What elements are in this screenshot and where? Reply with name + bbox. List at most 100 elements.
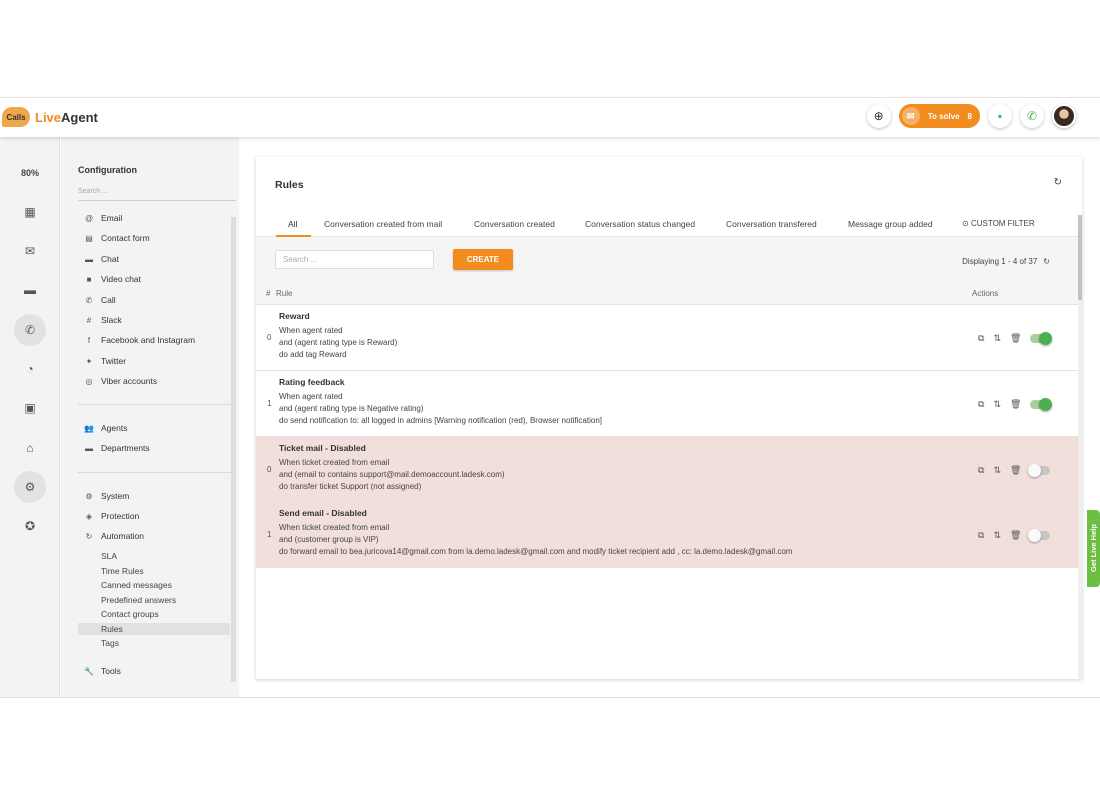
delete-icon[interactable]: 🗑 bbox=[1010, 465, 1021, 476]
scrollbar-thumb[interactable] bbox=[1078, 215, 1082, 300]
rule-number: 0 bbox=[267, 465, 272, 474]
plugins-icon[interactable]: ✪ bbox=[14, 510, 46, 542]
reorder-icon[interactable]: ⇅ bbox=[993, 465, 1001, 476]
tab-conversation-created[interactable]: Conversation created bbox=[474, 219, 555, 229]
rules-search-input[interactable]: Search ... bbox=[275, 250, 434, 269]
get-live-help-button[interactable]: Get Live Help bbox=[1087, 510, 1100, 587]
config-item-agents[interactable]: 👥 Agents bbox=[78, 420, 230, 436]
config-item-automation[interactable]: ↻ Automation bbox=[78, 528, 230, 544]
config-sub-rules[interactable]: Rules bbox=[78, 623, 230, 635]
config-item-call[interactable]: ✆ Call bbox=[78, 292, 230, 308]
tab-conversation-transfered[interactable]: Conversation transfered bbox=[726, 219, 817, 229]
rule-action: do forward email to bea.juricova14@gmail… bbox=[279, 547, 793, 556]
reorder-icon[interactable]: ⇅ bbox=[993, 530, 1001, 541]
rule-name[interactable]: Rating feedback bbox=[279, 377, 345, 387]
reports-icon[interactable]: ◔ bbox=[14, 353, 46, 385]
knowledgebase-icon[interactable]: ⌂ bbox=[14, 432, 46, 464]
config-item-system[interactable]: ⚙ System bbox=[78, 488, 230, 504]
envelope-icon: ✉ bbox=[901, 107, 920, 125]
phone-icon: ✆ bbox=[1026, 109, 1038, 123]
rules-scrollbar[interactable] bbox=[1078, 215, 1082, 679]
tab-conversation-status-changed[interactable]: Conversation status changed bbox=[585, 219, 695, 229]
config-item-chat[interactable]: ▬ Chat bbox=[78, 251, 230, 267]
tab-conversation-created-from-mail[interactable]: Conversation created from mail bbox=[324, 219, 442, 229]
refresh-list-icon[interactable]: ↻ bbox=[1043, 257, 1050, 266]
slack-icon: # bbox=[86, 315, 92, 325]
dashboard-icon[interactable]: ▦ bbox=[14, 196, 46, 228]
contacts-icon[interactable]: ▣ bbox=[14, 392, 46, 424]
custom-filter-button[interactable]: ⊙ CUSTOM FILTER bbox=[962, 219, 1035, 228]
config-item-protection[interactable]: ◈ Protection bbox=[78, 508, 230, 524]
email-icon[interactable]: ✉ bbox=[14, 235, 46, 267]
refresh-icon[interactable]: ↻ bbox=[1054, 177, 1062, 188]
phone-icon: ✆ bbox=[85, 295, 93, 305]
config-item-email[interactable]: @ Email bbox=[78, 210, 230, 226]
config-sub-canned-messages[interactable]: Canned messages bbox=[78, 579, 230, 591]
rule-condition: and (agent rating type is Reward) bbox=[279, 338, 398, 347]
config-item-facebook[interactable]: f Facebook and Instagram bbox=[78, 332, 230, 348]
delete-icon[interactable]: 🗑 bbox=[1010, 333, 1021, 344]
copy-icon[interactable]: ⧉ bbox=[978, 333, 984, 344]
config-item-tools[interactable]: 🔧 Tools bbox=[78, 663, 230, 679]
delete-icon[interactable]: 🗑 bbox=[1010, 399, 1021, 410]
table-row[interactable]: 1 Send email - Disabled When ticket crea… bbox=[256, 502, 1078, 568]
column-rule: Rule bbox=[276, 289, 293, 298]
delete-icon[interactable]: 🗑 bbox=[1010, 530, 1021, 541]
reorder-icon[interactable]: ⇅ bbox=[993, 399, 1001, 410]
rule-enabled-toggle[interactable] bbox=[1030, 332, 1053, 345]
table-header: # Rule Actions bbox=[256, 281, 1078, 305]
to-solve-button[interactable]: ✉ To solve 8 bbox=[898, 104, 980, 128]
copy-icon[interactable]: ⧉ bbox=[978, 465, 984, 476]
to-solve-label: To solve bbox=[927, 111, 960, 121]
call-status-button[interactable]: ✆ bbox=[1020, 104, 1044, 128]
table-row[interactable]: 0 Reward When agent rated and (agent rat… bbox=[256, 305, 1078, 371]
chat-icon[interactable]: ▬ bbox=[14, 274, 46, 306]
copy-icon[interactable]: ⧉ bbox=[978, 530, 984, 541]
rule-condition: When agent rated bbox=[279, 326, 343, 335]
facebook-icon: f bbox=[87, 335, 91, 345]
logo-bubble: Calls bbox=[2, 107, 30, 127]
rule-name[interactable]: Reward bbox=[279, 311, 310, 321]
rule-enabled-toggle[interactable] bbox=[1028, 464, 1051, 477]
config-scrollbar[interactable] bbox=[231, 217, 236, 682]
chat-status-button[interactable]: ▪ bbox=[988, 104, 1012, 128]
config-sub-contact-groups[interactable]: Contact groups bbox=[78, 608, 230, 620]
user-avatar[interactable] bbox=[1052, 104, 1076, 128]
tab-message-group-added[interactable]: Message group added bbox=[848, 219, 933, 229]
settings-icon[interactable]: ⚙ bbox=[14, 471, 46, 503]
config-item-viber[interactable]: ◎ Viber accounts bbox=[78, 373, 230, 389]
config-item-video-chat[interactable]: ■ Video chat bbox=[78, 271, 230, 287]
zoom-level: 80% bbox=[20, 168, 39, 178]
config-item-twitter[interactable]: ✦ Twitter bbox=[78, 353, 230, 369]
copy-icon[interactable]: ⧉ bbox=[978, 399, 984, 410]
configuration-title: Configuration bbox=[78, 165, 137, 175]
liveagent-logo[interactable]: Calls LiveAgent bbox=[2, 106, 98, 128]
toggle-knob bbox=[1028, 464, 1042, 477]
config-item-slack[interactable]: # Slack bbox=[78, 312, 230, 328]
config-sub-sla[interactable]: SLA bbox=[78, 550, 230, 562]
table-row[interactable]: 0 Ticket mail - Disabled When ticket cre… bbox=[256, 437, 1078, 502]
rule-tabs: All Conversation created from mail Conve… bbox=[256, 215, 1078, 237]
rule-condition: When agent rated bbox=[279, 392, 343, 401]
config-sub-tags[interactable]: Tags bbox=[78, 637, 230, 649]
config-item-contact-form[interactable]: ▤ Contact form bbox=[78, 230, 230, 246]
shield-icon: ◈ bbox=[85, 511, 93, 521]
rule-name[interactable]: Send email - Disabled bbox=[279, 508, 367, 518]
rule-enabled-toggle[interactable] bbox=[1030, 398, 1053, 411]
tab-all[interactable]: All bbox=[288, 219, 297, 229]
call-icon[interactable]: ✆ bbox=[14, 314, 46, 346]
rule-enabled-toggle[interactable] bbox=[1028, 529, 1051, 542]
create-button[interactable]: CREATE bbox=[453, 249, 513, 270]
table-row[interactable]: 1 Rating feedback When agent rated and (… bbox=[256, 371, 1078, 437]
configuration-panel: Configuration Search ... @ Email ▤ Contact… bbox=[61, 137, 239, 698]
rule-name[interactable]: Ticket mail - Disabled bbox=[279, 443, 366, 453]
logo-text-live: Live bbox=[35, 109, 62, 125]
config-sub-time-rules[interactable]: Time Rules bbox=[78, 565, 230, 577]
logo-text-agent: Agent bbox=[61, 109, 98, 125]
config-item-departments[interactable]: ▬ Departments bbox=[78, 440, 230, 456]
configuration-search-input[interactable]: Search ... bbox=[78, 185, 236, 201]
config-sub-predefined-answers[interactable]: Predefined answers bbox=[78, 594, 230, 606]
reorder-icon[interactable]: ⇅ bbox=[993, 333, 1001, 344]
add-new-button[interactable]: ⊕ bbox=[866, 104, 891, 128]
rule-number: 1 bbox=[267, 530, 272, 539]
